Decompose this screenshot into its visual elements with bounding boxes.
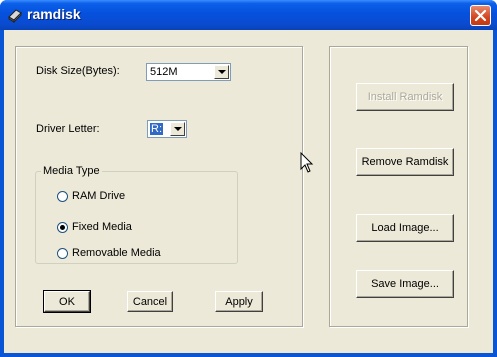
fixed-media-radio[interactable] — [57, 222, 68, 233]
driver-letter-label: Driver Letter: — [36, 123, 100, 135]
mouse-cursor-icon — [300, 152, 314, 173]
fixed-media-label[interactable]: Fixed Media — [72, 221, 132, 233]
disk-size-label: Disk Size(Bytes): — [36, 65, 120, 77]
removable-media-radio[interactable] — [57, 248, 68, 259]
driver-letter-value: R: — [149, 122, 164, 136]
client-area: Disk Size(Bytes): 512M Driver Letter: R:… — [4, 30, 493, 353]
ramdisk-window: ramdisk Disk Size(Bytes): 512M Driver Le… — [0, 0, 497, 357]
dropdown-arrow-icon[interactable] — [170, 122, 185, 136]
close-button[interactable] — [470, 5, 491, 26]
window-title: ramdisk — [27, 6, 81, 22]
actions-frame: Install Ramdisk Remove Ramdisk Load Imag… — [329, 46, 468, 327]
install-ramdisk-button[interactable]: Install Ramdisk — [356, 83, 454, 111]
apply-button[interactable]: Apply — [215, 291, 263, 312]
ram-drive-radio[interactable] — [57, 191, 68, 202]
driver-letter-select[interactable]: R: — [147, 120, 187, 138]
title-bar[interactable]: ramdisk — [0, 0, 497, 30]
remove-ramdisk-button[interactable]: Remove Ramdisk — [356, 148, 454, 176]
disk-size-select[interactable]: 512M — [146, 63, 231, 81]
app-icon — [8, 9, 22, 23]
disk-size-value: 512M — [150, 66, 178, 78]
load-image-button[interactable]: Load Image... — [356, 214, 454, 242]
ram-drive-label[interactable]: RAM Drive — [72, 190, 125, 202]
ok-button[interactable]: OK — [43, 290, 91, 313]
cancel-button[interactable]: Cancel — [127, 291, 173, 312]
settings-frame: Disk Size(Bytes): 512M Driver Letter: R:… — [15, 46, 303, 327]
dropdown-arrow-icon[interactable] — [214, 65, 229, 79]
media-type-group: Media Type RAM Drive Fixed Media Removab… — [35, 165, 238, 264]
media-type-label: Media Type — [41, 165, 102, 177]
save-image-button[interactable]: Save Image... — [356, 270, 454, 298]
removable-media-label[interactable]: Removable Media — [72, 247, 161, 259]
close-icon — [474, 9, 487, 22]
